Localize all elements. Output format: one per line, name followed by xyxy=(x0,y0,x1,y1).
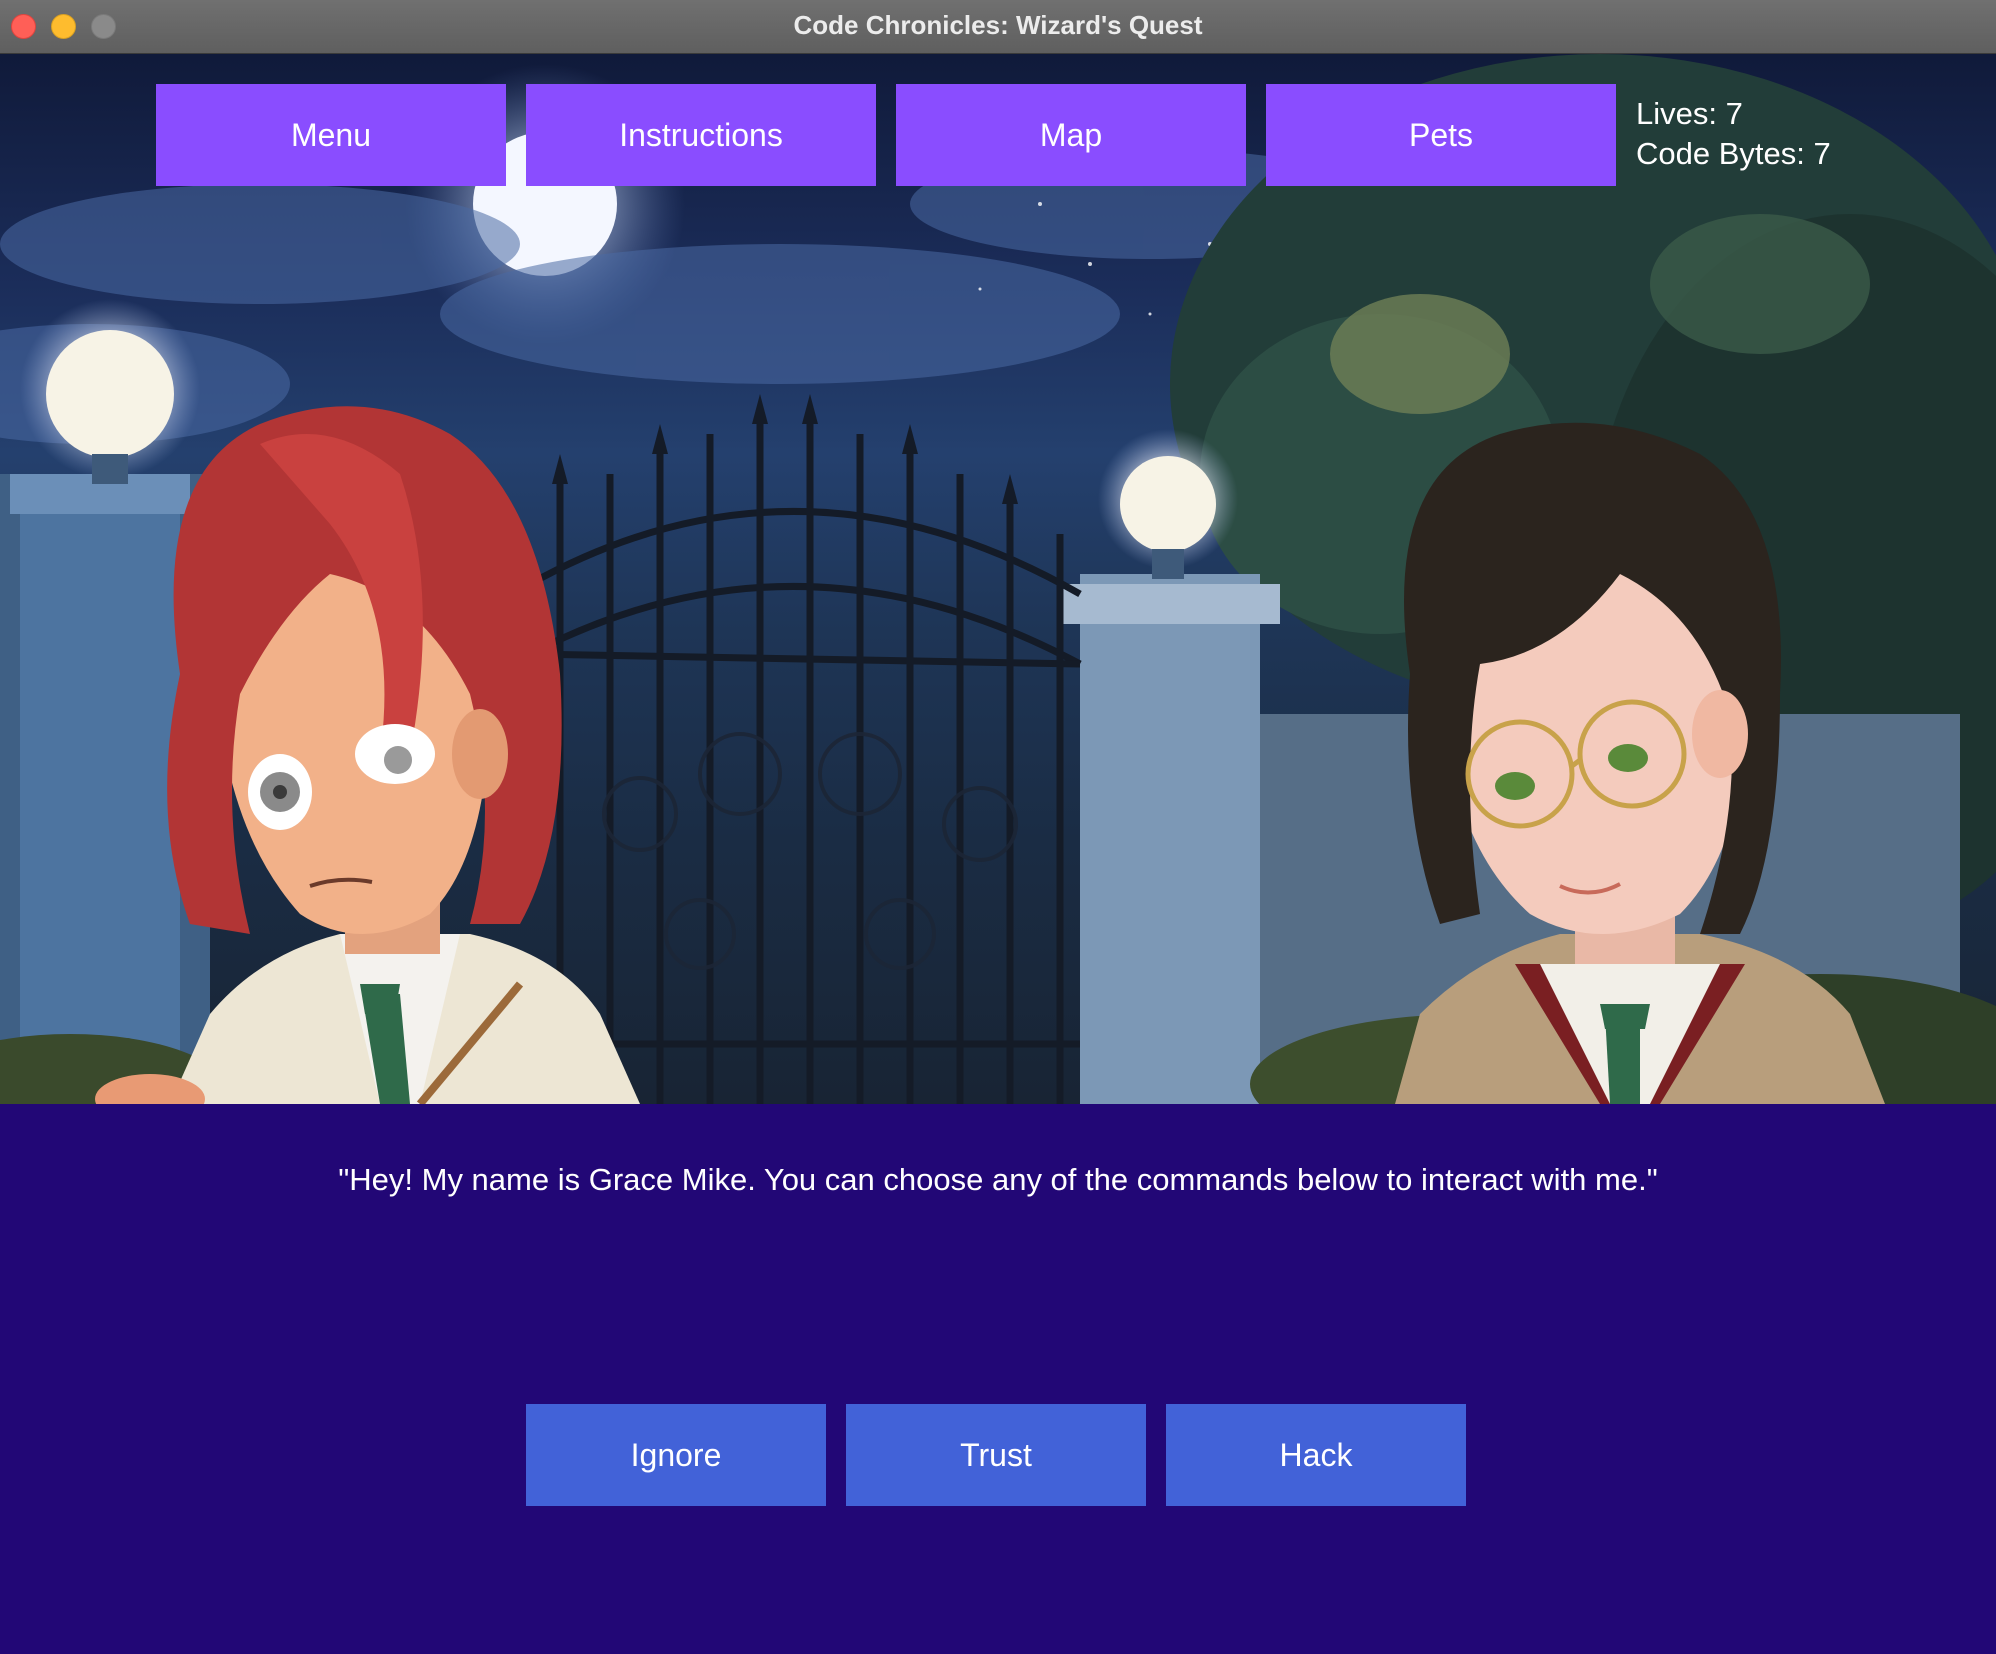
iron-gate xyxy=(528,424,1082,1104)
game-window: Code Chronicles: Wizard's Quest Menu Ins… xyxy=(0,0,1996,1654)
trust-button[interactable]: Trust xyxy=(846,1404,1146,1506)
map-button[interactable]: Map xyxy=(896,84,1246,186)
scene-background xyxy=(0,54,1996,1104)
pets-button[interactable]: Pets xyxy=(1266,84,1616,186)
hack-button[interactable]: Hack xyxy=(1166,1404,1466,1506)
menu-button[interactable]: Menu xyxy=(156,84,506,186)
player-stats: Lives: 7 Code Bytes: 7 xyxy=(1636,94,1831,174)
dialog-text: "Hey! My name is Grace Mike. You can cho… xyxy=(338,1162,1658,1197)
dialog-panel: "Hey! My name is Grace Mike. You can cho… xyxy=(0,1104,1996,1654)
lives-counter: Lives: 7 xyxy=(1636,96,1743,131)
code-bytes-counter: Code Bytes: 7 xyxy=(1636,136,1831,171)
title-bar: Code Chronicles: Wizard's Quest xyxy=(0,0,1996,54)
instructions-button[interactable]: Instructions xyxy=(526,84,876,186)
scene-view: Menu Instructions Map Pets Lives: 7 Code… xyxy=(0,54,1996,1104)
right-lamp xyxy=(1120,456,1216,552)
window-title: Code Chronicles: Wizard's Quest xyxy=(793,10,1203,40)
ignore-button[interactable]: Ignore xyxy=(526,1404,826,1506)
left-lamp xyxy=(46,330,174,458)
right-pillar xyxy=(1080,574,1260,1104)
left-pillar xyxy=(20,484,180,1104)
